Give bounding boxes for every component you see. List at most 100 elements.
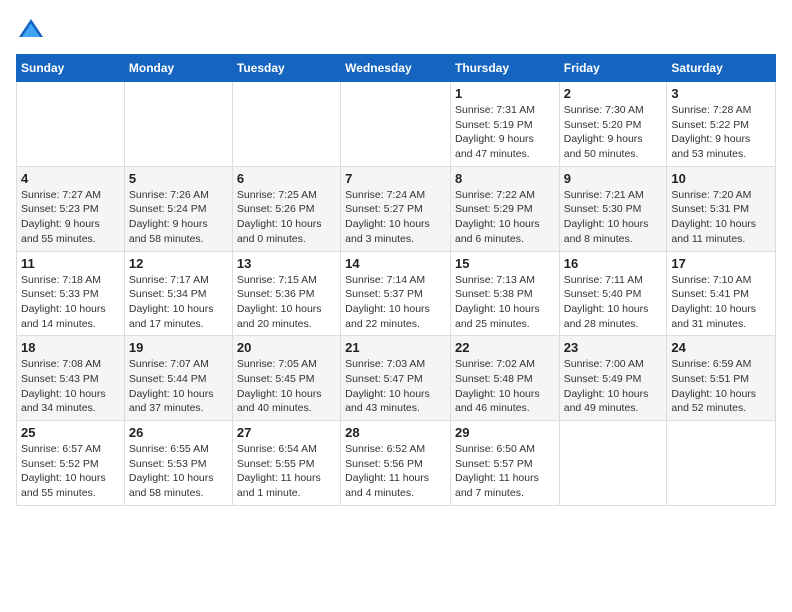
calendar-cell: 1 Sunrise: 7:31 AM Sunset: 5:19 PM Daylig…: [450, 82, 559, 167]
day-number: 17: [671, 256, 771, 271]
header-day-saturday: Saturday: [667, 55, 776, 82]
cell-content: Sunrise: 7:25 AM Sunset: 5:26 PM Dayligh…: [237, 188, 336, 247]
logo: [16, 16, 50, 46]
calendar-cell: [124, 82, 232, 167]
calendar-cell: 24 Sunrise: 6:59 AM Sunset: 5:51 PM Dayli…: [667, 336, 776, 421]
calendar-cell: 20 Sunrise: 7:05 AM Sunset: 5:45 PM Dayli…: [232, 336, 340, 421]
day-number: 28: [345, 425, 446, 440]
cell-content: Sunrise: 6:50 AM Sunset: 5:57 PM Dayligh…: [455, 442, 555, 501]
day-number: 11: [21, 256, 120, 271]
calendar-cell: 15 Sunrise: 7:13 AM Sunset: 5:38 PM Dayli…: [450, 251, 559, 336]
cell-content: Sunrise: 7:21 AM Sunset: 5:30 PM Dayligh…: [564, 188, 663, 247]
day-number: 9: [564, 171, 663, 186]
cell-content: Sunrise: 7:07 AM Sunset: 5:44 PM Dayligh…: [129, 357, 228, 416]
week-row-3: 11 Sunrise: 7:18 AM Sunset: 5:33 PM Dayli…: [17, 251, 776, 336]
calendar-cell: 10 Sunrise: 7:20 AM Sunset: 5:31 PM Dayli…: [667, 166, 776, 251]
cell-content: Sunrise: 7:31 AM Sunset: 5:19 PM Dayligh…: [455, 103, 555, 162]
day-number: 21: [345, 340, 446, 355]
cell-content: Sunrise: 7:17 AM Sunset: 5:34 PM Dayligh…: [129, 273, 228, 332]
calendar-cell: [559, 421, 667, 506]
day-number: 20: [237, 340, 336, 355]
cell-content: Sunrise: 6:55 AM Sunset: 5:53 PM Dayligh…: [129, 442, 228, 501]
day-number: 1: [455, 86, 555, 101]
cell-content: Sunrise: 6:52 AM Sunset: 5:56 PM Dayligh…: [345, 442, 446, 501]
calendar-cell: 17 Sunrise: 7:10 AM Sunset: 5:41 PM Dayli…: [667, 251, 776, 336]
day-number: 23: [564, 340, 663, 355]
calendar-cell: [667, 421, 776, 506]
day-number: 16: [564, 256, 663, 271]
header-day-thursday: Thursday: [450, 55, 559, 82]
day-number: 18: [21, 340, 120, 355]
cell-content: Sunrise: 7:28 AM Sunset: 5:22 PM Dayligh…: [671, 103, 771, 162]
cell-content: Sunrise: 7:13 AM Sunset: 5:38 PM Dayligh…: [455, 273, 555, 332]
calendar-cell: 5 Sunrise: 7:26 AM Sunset: 5:24 PM Daylig…: [124, 166, 232, 251]
week-row-2: 4 Sunrise: 7:27 AM Sunset: 5:23 PM Daylig…: [17, 166, 776, 251]
calendar-cell: 8 Sunrise: 7:22 AM Sunset: 5:29 PM Daylig…: [450, 166, 559, 251]
day-number: 3: [671, 86, 771, 101]
cell-content: Sunrise: 7:10 AM Sunset: 5:41 PM Dayligh…: [671, 273, 771, 332]
week-row-1: 1 Sunrise: 7:31 AM Sunset: 5:19 PM Daylig…: [17, 82, 776, 167]
calendar-cell: 9 Sunrise: 7:21 AM Sunset: 5:30 PM Daylig…: [559, 166, 667, 251]
header-day-tuesday: Tuesday: [232, 55, 340, 82]
calendar-cell: 16 Sunrise: 7:11 AM Sunset: 5:40 PM Dayli…: [559, 251, 667, 336]
calendar-cell: 29Sunrise: 6:50 AM Sunset: 5:57 PM Dayli…: [450, 421, 559, 506]
logo-icon: [16, 16, 46, 46]
cell-content: Sunrise: 6:54 AM Sunset: 5:55 PM Dayligh…: [237, 442, 336, 501]
day-number: 14: [345, 256, 446, 271]
calendar-cell: 23 Sunrise: 7:00 AM Sunset: 5:49 PM Dayli…: [559, 336, 667, 421]
calendar-cell: 14 Sunrise: 7:14 AM Sunset: 5:37 PM Dayli…: [341, 251, 451, 336]
day-number: 5: [129, 171, 228, 186]
calendar-cell: 3 Sunrise: 7:28 AM Sunset: 5:22 PM Daylig…: [667, 82, 776, 167]
day-number: 22: [455, 340, 555, 355]
day-number: 13: [237, 256, 336, 271]
header-day-wednesday: Wednesday: [341, 55, 451, 82]
day-number: 4: [21, 171, 120, 186]
cell-content: Sunrise: 6:59 AM Sunset: 5:51 PM Dayligh…: [671, 357, 771, 416]
header-day-sunday: Sunday: [17, 55, 125, 82]
calendar-cell: [17, 82, 125, 167]
calendar-cell: 11 Sunrise: 7:18 AM Sunset: 5:33 PM Dayli…: [17, 251, 125, 336]
calendar-header-row: SundayMondayTuesdayWednesdayThursdayFrid…: [17, 55, 776, 82]
cell-content: Sunrise: 7:02 AM Sunset: 5:48 PM Dayligh…: [455, 357, 555, 416]
calendar-cell: 13 Sunrise: 7:15 AM Sunset: 5:36 PM Dayli…: [232, 251, 340, 336]
day-number: 27: [237, 425, 336, 440]
calendar-cell: 4 Sunrise: 7:27 AM Sunset: 5:23 PM Daylig…: [17, 166, 125, 251]
day-number: 10: [671, 171, 771, 186]
day-number: 8: [455, 171, 555, 186]
calendar-cell: 19 Sunrise: 7:07 AM Sunset: 5:44 PM Dayli…: [124, 336, 232, 421]
cell-content: Sunrise: 7:15 AM Sunset: 5:36 PM Dayligh…: [237, 273, 336, 332]
calendar-cell: 2Sunrise: 7:30 AM Sunset: 5:20 PM Daylig…: [559, 82, 667, 167]
day-number: 6: [237, 171, 336, 186]
day-number: 19: [129, 340, 228, 355]
cell-content: Sunrise: 7:26 AM Sunset: 5:24 PM Dayligh…: [129, 188, 228, 247]
cell-content: Sunrise: 7:22 AM Sunset: 5:29 PM Dayligh…: [455, 188, 555, 247]
cell-content: Sunrise: 7:05 AM Sunset: 5:45 PM Dayligh…: [237, 357, 336, 416]
week-row-5: 25Sunrise: 6:57 AM Sunset: 5:52 PM Dayli…: [17, 421, 776, 506]
cell-content: Sunrise: 7:27 AM Sunset: 5:23 PM Dayligh…: [21, 188, 120, 247]
day-number: 26: [129, 425, 228, 440]
day-number: 7: [345, 171, 446, 186]
cell-content: Sunrise: 7:08 AM Sunset: 5:43 PM Dayligh…: [21, 357, 120, 416]
day-number: 15: [455, 256, 555, 271]
calendar-cell: 28 Sunrise: 6:52 AM Sunset: 5:56 PM Dayli…: [341, 421, 451, 506]
calendar-cell: 6 Sunrise: 7:25 AM Sunset: 5:26 PM Daylig…: [232, 166, 340, 251]
day-number: 24: [671, 340, 771, 355]
cell-content: Sunrise: 7:03 AM Sunset: 5:47 PM Dayligh…: [345, 357, 446, 416]
day-number: 2: [564, 86, 663, 101]
cell-content: Sunrise: 7:11 AM Sunset: 5:40 PM Dayligh…: [564, 273, 663, 332]
page-header: [16, 16, 776, 46]
cell-content: Sunrise: 7:18 AM Sunset: 5:33 PM Dayligh…: [21, 273, 120, 332]
cell-content: Sunrise: 7:24 AM Sunset: 5:27 PM Dayligh…: [345, 188, 446, 247]
calendar-cell: 27 Sunrise: 6:54 AM Sunset: 5:55 PM Dayli…: [232, 421, 340, 506]
calendar-cell: 25Sunrise: 6:57 AM Sunset: 5:52 PM Dayli…: [17, 421, 125, 506]
header-day-friday: Friday: [559, 55, 667, 82]
week-row-4: 18 Sunrise: 7:08 AM Sunset: 5:43 PM Dayli…: [17, 336, 776, 421]
header-day-monday: Monday: [124, 55, 232, 82]
day-number: 25: [21, 425, 120, 440]
cell-content: Sunrise: 7:14 AM Sunset: 5:37 PM Dayligh…: [345, 273, 446, 332]
cell-content: Sunrise: 7:00 AM Sunset: 5:49 PM Dayligh…: [564, 357, 663, 416]
calendar-cell: 12Sunrise: 7:17 AM Sunset: 5:34 PM Dayli…: [124, 251, 232, 336]
calendar-cell: 18 Sunrise: 7:08 AM Sunset: 5:43 PM Dayli…: [17, 336, 125, 421]
cell-content: Sunrise: 7:20 AM Sunset: 5:31 PM Dayligh…: [671, 188, 771, 247]
calendar-cell: 26 Sunrise: 6:55 AM Sunset: 5:53 PM Dayli…: [124, 421, 232, 506]
